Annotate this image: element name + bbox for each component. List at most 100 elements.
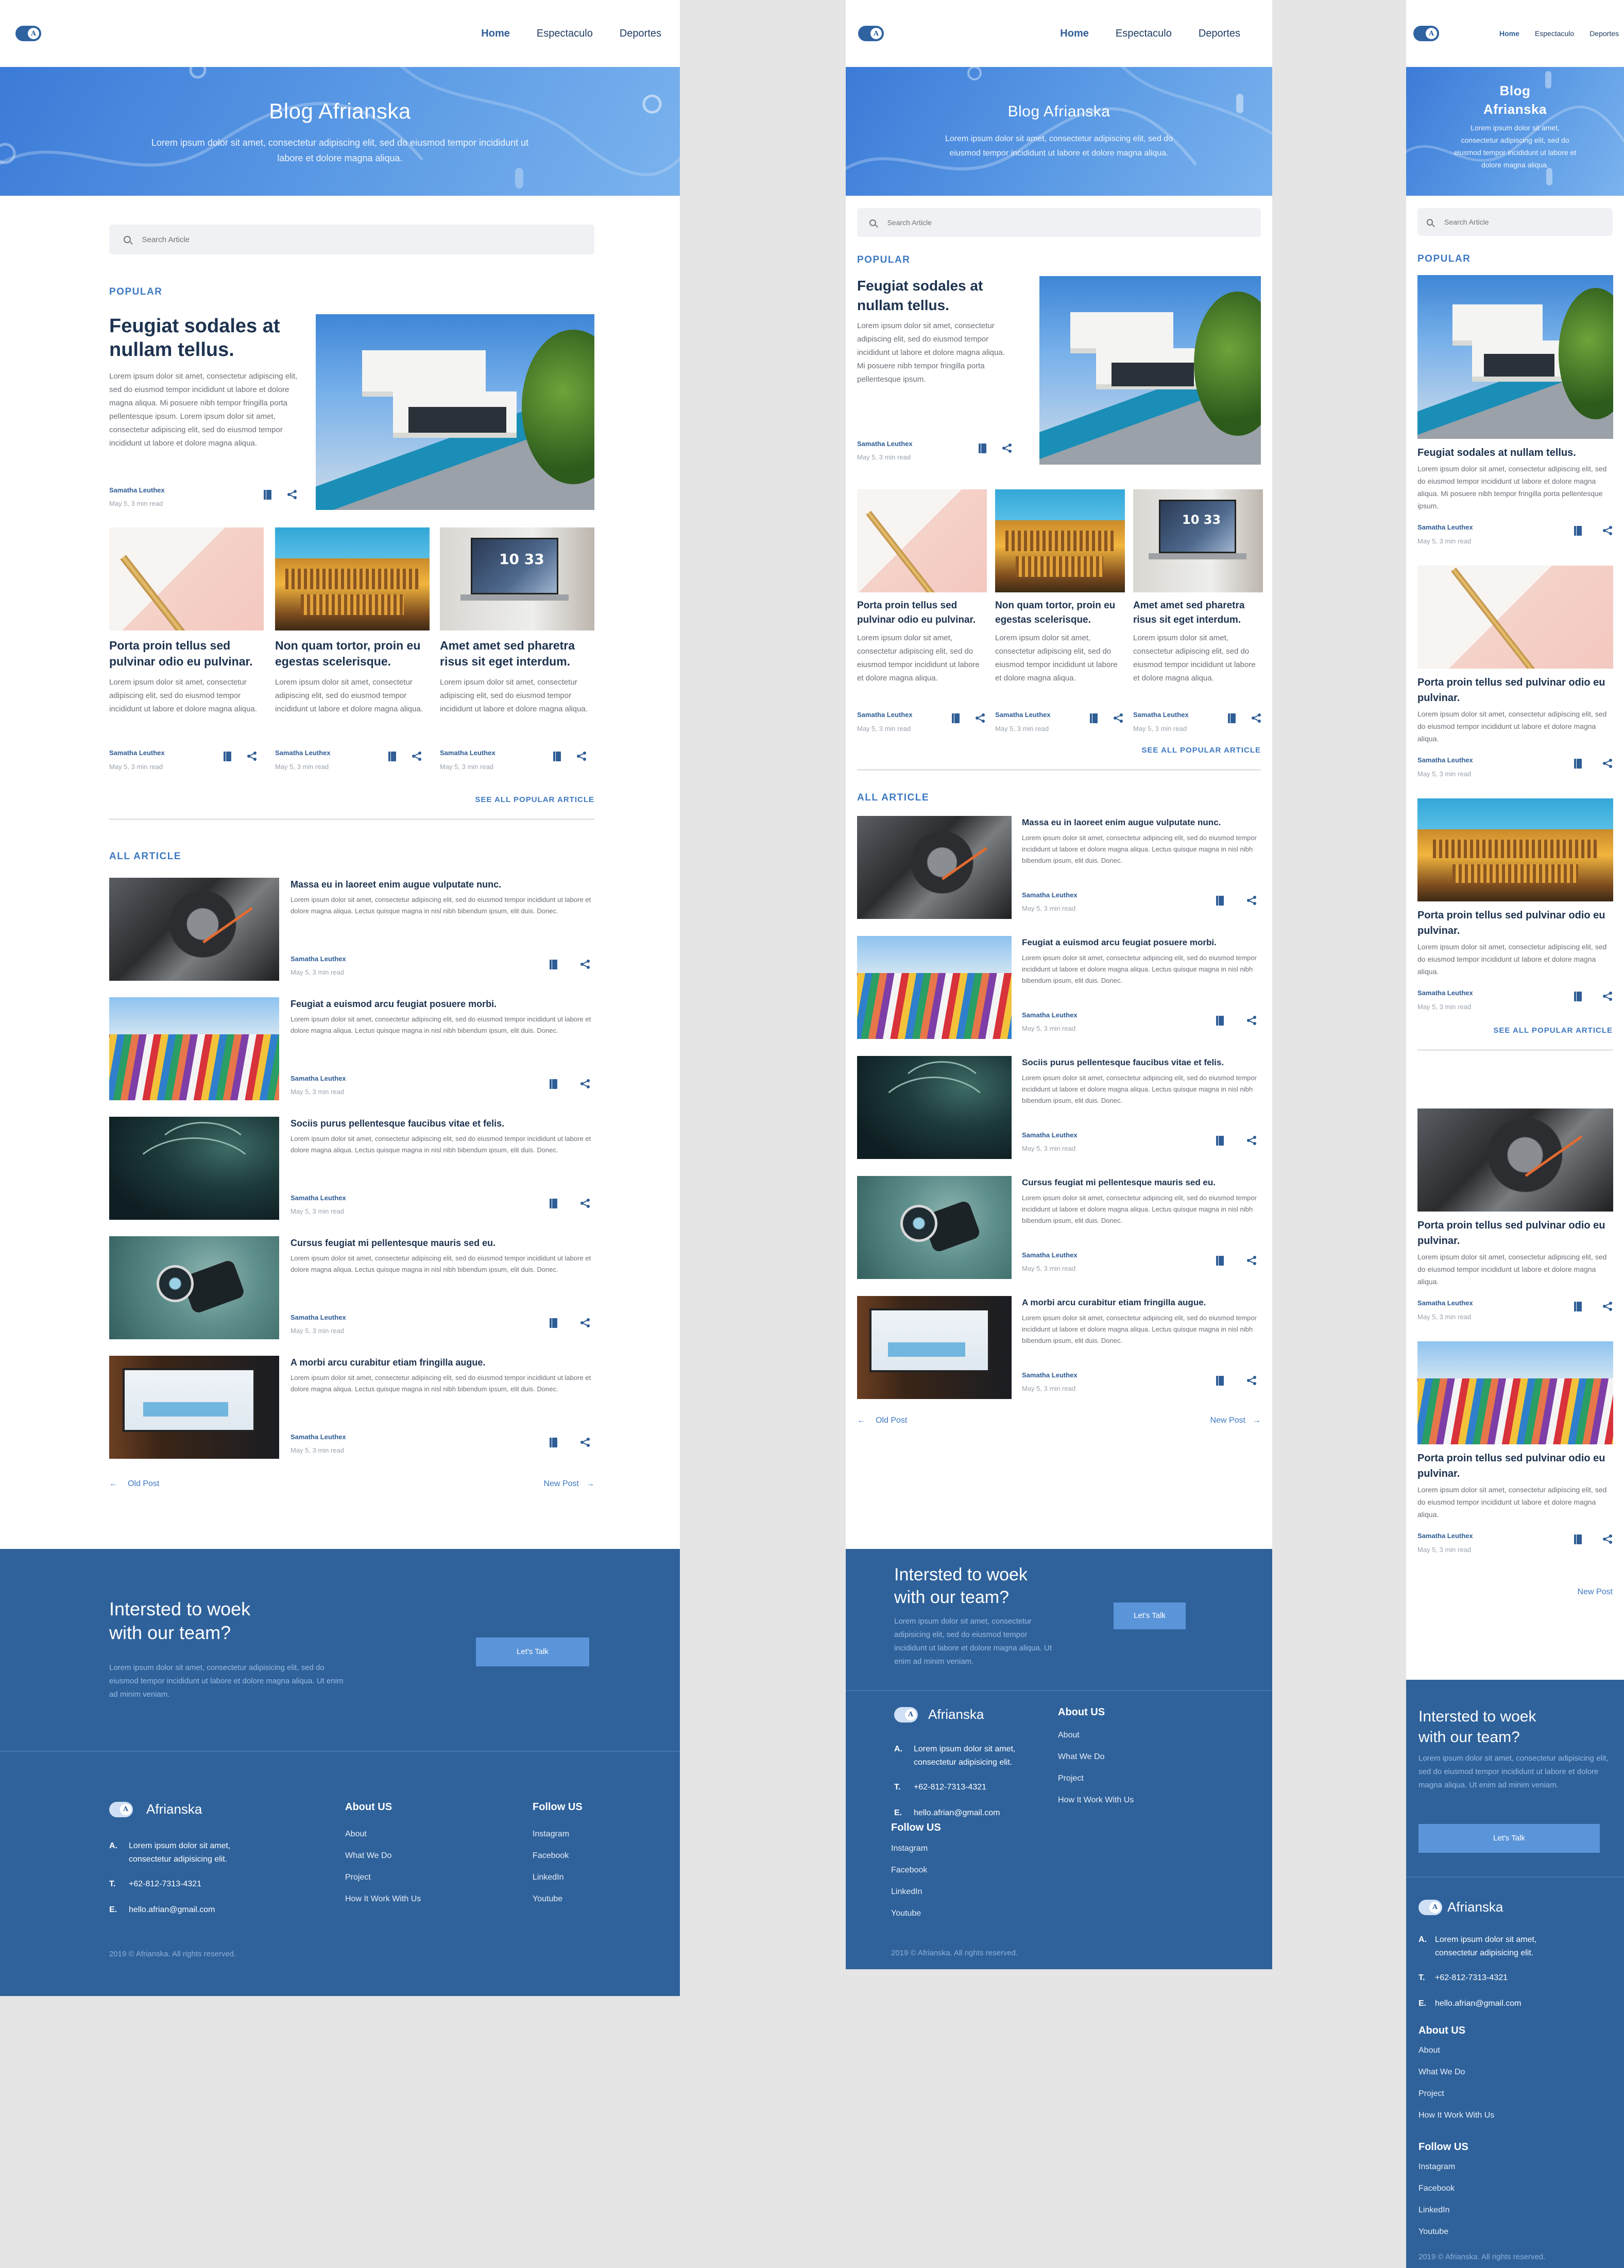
footer-link-about[interactable]: About: [345, 1823, 421, 1845]
article-title[interactable]: Feugiat a euismod arcu feugiat posuere m…: [290, 997, 594, 1011]
bookmark-icon[interactable]: [264, 489, 271, 500]
bookmark-icon[interactable]: [1216, 1375, 1224, 1386]
article-row[interactable]: Massa eu in laoreet enim augue vulputate…: [109, 878, 594, 981]
footer-link-facebook[interactable]: Facebook: [533, 1845, 583, 1867]
phone-text[interactable]: +62-812-7313-4321: [129, 1880, 201, 1889]
featured-author[interactable]: Samatha Leuthex: [857, 440, 913, 448]
article-image[interactable]: [109, 878, 279, 981]
bookmark-icon[interactable]: [1090, 713, 1098, 723]
footer-link-facebook[interactable]: Facebook: [891, 1860, 941, 1881]
card-image[interactable]: [995, 489, 1125, 592]
footer-link-linkedin[interactable]: LinkedIn: [533, 1867, 583, 1888]
popular-card[interactable]: Porta proin tellus sed pulvinar odio eu …: [857, 489, 987, 685]
phone-text[interactable]: +62-812-7313-4321: [1435, 1973, 1508, 1983]
footer-brand[interactable]: A Afrianska: [1418, 1899, 1503, 1915]
share-icon[interactable]: [580, 1437, 590, 1447]
popular-card[interactable]: Non quam tortor, proin eu egestas sceler…: [995, 489, 1125, 685]
footer-link-facebook[interactable]: Facebook: [1418, 2178, 1468, 2199]
footer-link-what-we-do[interactable]: What We Do: [1058, 1746, 1134, 1768]
mobile-article-card[interactable]: Feugiat sodales at nullam tellus. Lorem i…: [1417, 275, 1613, 551]
card-image[interactable]: 10 33: [1133, 489, 1263, 592]
article-title[interactable]: Cursus feugiat mi pellentesque mauris se…: [1022, 1176, 1261, 1189]
share-icon[interactable]: [1602, 1301, 1613, 1311]
bookmark-icon[interactable]: [1574, 1301, 1582, 1311]
footer-link-youtube[interactable]: Youtube: [533, 1888, 583, 1910]
share-icon[interactable]: [1113, 713, 1123, 723]
featured-image[interactable]: [316, 314, 594, 510]
article-title[interactable]: Massa eu in laoreet enim augue vulputate…: [290, 878, 594, 891]
lets-talk-button[interactable]: Let's Talk: [1114, 1602, 1186, 1629]
footer-brand[interactable]: A Afrianska: [109, 1801, 202, 1817]
share-icon[interactable]: [412, 751, 422, 761]
share-icon[interactable]: [1602, 525, 1613, 536]
share-icon[interactable]: [1251, 713, 1261, 723]
share-icon[interactable]: [1246, 1015, 1257, 1026]
footer-link-linkedin[interactable]: LinkedIn: [891, 1881, 941, 1903]
footer-link-about[interactable]: About: [1058, 1725, 1134, 1746]
bookmark-icon[interactable]: [952, 713, 960, 723]
bookmark-icon[interactable]: [550, 1437, 557, 1447]
card-author[interactable]: Samatha Leuthex: [1133, 711, 1189, 719]
article-title[interactable]: Sociis purus pellentesque faucibus vitae…: [290, 1117, 594, 1130]
article-image[interactable]: [109, 1236, 279, 1339]
article-row[interactable]: Cursus feugiat mi pellentesque mauris se…: [857, 1176, 1261, 1279]
article-row[interactable]: A morbi arcu curabitur etiam fringilla a…: [109, 1356, 594, 1459]
see-all-popular-link[interactable]: SEE ALL POPULAR ARTICLE: [857, 746, 1261, 755]
share-icon[interactable]: [1246, 1375, 1257, 1386]
popular-card[interactable]: Non quam tortor, proin eu egestas sceler…: [275, 527, 430, 716]
share-icon[interactable]: [975, 713, 985, 723]
bookmark-icon[interactable]: [1216, 1015, 1224, 1026]
search-bar[interactable]: [857, 208, 1261, 237]
article-image[interactable]: [109, 997, 279, 1100]
article-title[interactable]: A morbi arcu curabitur etiam fringilla a…: [1022, 1296, 1261, 1309]
share-icon[interactable]: [580, 1079, 590, 1089]
article-author[interactable]: Samatha Leuthex: [290, 1194, 346, 1202]
bookmark-icon[interactable]: [1228, 713, 1236, 723]
old-post-link[interactable]: ← Old Post: [109, 1479, 159, 1489]
article-title[interactable]: A morbi arcu curabitur etiam fringilla a…: [290, 1356, 594, 1369]
footer-link-linkedin[interactable]: LinkedIn: [1418, 2199, 1468, 2221]
featured-author[interactable]: Samatha Leuthex: [109, 486, 165, 494]
share-icon[interactable]: [580, 959, 590, 969]
bookmark-icon[interactable]: [224, 751, 231, 761]
card-author[interactable]: Samatha Leuthex: [995, 711, 1051, 719]
article-image[interactable]: [1417, 275, 1613, 439]
email-text[interactable]: hello.afrian@gmail.com: [1435, 1999, 1521, 2008]
nav-deportes[interactable]: Deportes: [1199, 28, 1240, 40]
article-title[interactable]: Cursus feugiat mi pellentesque mauris se…: [290, 1236, 594, 1250]
article-image[interactable]: [857, 936, 1012, 1039]
card-title[interactable]: Non quam tortor, proin eu egestas sceler…: [275, 638, 430, 670]
bookmark-icon[interactable]: [550, 1198, 557, 1208]
article-title[interactable]: Feugiat a euismod arcu feugiat posuere m…: [1022, 936, 1261, 949]
footer-link-instagram[interactable]: Instagram: [1418, 2156, 1468, 2178]
share-icon[interactable]: [1602, 991, 1613, 1001]
article-row[interactable]: A morbi arcu curabitur etiam fringilla a…: [857, 1296, 1261, 1399]
featured-article[interactable]: Feugiat sodales at nullam tellus. Lorem …: [857, 276, 1261, 465]
logo-icon[interactable]: A: [1413, 26, 1439, 41]
footer-link-project[interactable]: Project: [1418, 2083, 1494, 2105]
lets-talk-button[interactable]: Let's Talk: [476, 1638, 589, 1666]
article-author[interactable]: Samatha Leuthex: [1022, 891, 1078, 899]
nav-espectaculo[interactable]: Espectaculo: [537, 28, 593, 40]
share-icon[interactable]: [1246, 1255, 1257, 1266]
article-image[interactable]: [109, 1117, 279, 1220]
article-title[interactable]: Porta proin tellus sed pulvinar odio eu …: [1417, 1451, 1613, 1481]
article-author[interactable]: Samatha Leuthex: [1022, 1011, 1078, 1019]
article-row[interactable]: Feugiat a euismod arcu feugiat posuere m…: [857, 936, 1261, 1039]
footer-link-instagram[interactable]: Instagram: [533, 1823, 583, 1845]
bookmark-icon[interactable]: [550, 1079, 557, 1089]
card-image[interactable]: [275, 527, 430, 630]
article-title[interactable]: Porta proin tellus sed pulvinar odio eu …: [1417, 675, 1613, 706]
article-row[interactable]: Massa eu in laoreet enim augue vulputate…: [857, 816, 1261, 919]
share-icon[interactable]: [1246, 1135, 1257, 1146]
mobile-article-card[interactable]: Porta proin tellus sed pulvinar odio eu …: [1417, 566, 1613, 784]
bookmark-icon[interactable]: [1574, 525, 1582, 536]
card-image[interactable]: [109, 527, 264, 630]
article-author[interactable]: Samatha Leuthex: [290, 955, 346, 963]
share-icon[interactable]: [287, 489, 297, 500]
article-author[interactable]: Samatha Leuthex: [1022, 1251, 1078, 1259]
nav-home[interactable]: Home: [1060, 28, 1089, 40]
share-icon[interactable]: [1002, 443, 1012, 453]
footer-link-what-we-do[interactable]: What We Do: [345, 1845, 421, 1867]
article-title[interactable]: Sociis purus pellentesque faucibus vitae…: [1022, 1056, 1261, 1069]
